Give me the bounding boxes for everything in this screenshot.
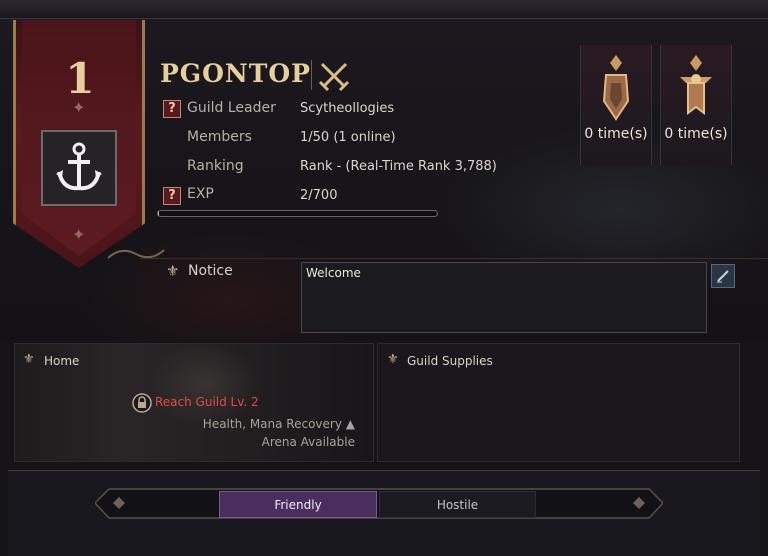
edit-notice-button[interactable] (711, 264, 735, 288)
locked-requirement-text: Reach Guild Lv. 2 (155, 395, 259, 409)
guild-leader-label: Guild Leader (187, 100, 276, 116)
cross-ornament-icon: ✦ (72, 225, 86, 244)
notice-text: Welcome (306, 266, 361, 280)
trophy-count-2: 0 time(s) (664, 126, 728, 142)
anchor-icon (56, 142, 102, 191)
home-perk-arena: Arena Available (261, 435, 355, 449)
top-frame (0, 0, 768, 19)
guild-supplies-title: Guild Supplies (407, 354, 493, 368)
home-title: Home (44, 354, 80, 368)
trophy-count-1: 0 time(s) (584, 126, 648, 142)
guild-emblem[interactable] (41, 130, 117, 206)
exp-progress-bar (157, 210, 438, 217)
tab-hostile[interactable]: Hostile (379, 491, 536, 518)
ranking-label: Ranking (187, 158, 244, 174)
exp-label: EXP (187, 186, 214, 202)
fleur-de-lis-icon: ⚜ (23, 352, 35, 367)
guild-leader-value: Scytheollogies (300, 101, 395, 116)
exp-progress-fill (158, 211, 159, 216)
guild-name: PGONTOP (160, 59, 311, 88)
lock-icon (132, 393, 152, 413)
trophy-slot-1[interactable] (580, 45, 652, 165)
section-divider (140, 258, 768, 259)
help-icon[interactable]: ? (163, 187, 181, 205)
cross-ornament-icon: ✦ (72, 98, 86, 117)
crossed-swords-icon (318, 62, 350, 92)
help-icon[interactable]: ? (163, 100, 181, 118)
fleur-de-lis-icon: ⚜ (166, 262, 180, 280)
trophy-slot-2[interactable] (660, 45, 732, 165)
home-perk-recovery: Health, Mana Recovery ▲ (202, 417, 355, 431)
medal-trophy-icon (680, 55, 712, 115)
crystal-trophy-icon (602, 55, 630, 121)
guild-rank-number: 1 (65, 54, 95, 103)
name-divider (311, 60, 312, 90)
fleur-de-lis-icon: ⚜ (387, 352, 399, 367)
members-label: Members (187, 129, 252, 145)
members-value: 1/50 (1 online) (300, 130, 396, 145)
exp-value: 2/700 (300, 188, 338, 203)
ranking-value: Rank - (Real-Time Rank 3,788) (300, 159, 497, 174)
scroll-ornament-icon (107, 249, 165, 259)
pencil-icon (717, 270, 729, 283)
tab-friendly[interactable]: Friendly (219, 491, 377, 518)
notice-title: Notice (188, 263, 233, 279)
notice-box (301, 262, 707, 333)
